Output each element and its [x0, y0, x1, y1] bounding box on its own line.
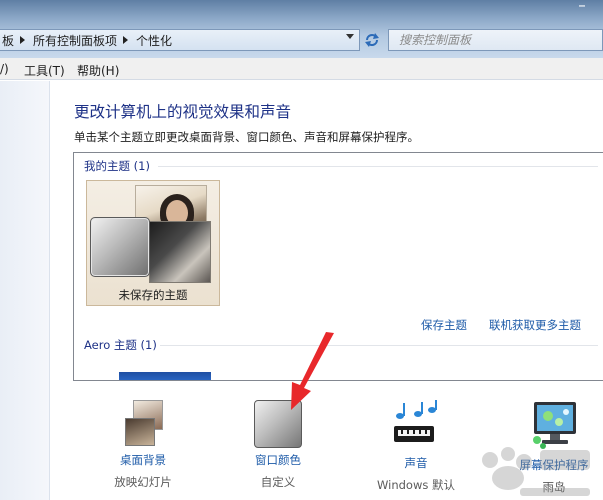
desktop-background-item[interactable]: 桌面背景 放映幻灯片 [108, 400, 178, 490]
desktop-background-link[interactable]: 桌面背景 [108, 452, 178, 468]
breadcrumb-separator-icon[interactable] [20, 36, 26, 44]
refresh-icon[interactable] [363, 31, 381, 49]
watermark-logo-icon [482, 447, 590, 496]
breadcrumb-item-personalization[interactable]: 个性化 [134, 32, 174, 49]
theme-thumbnail-dark [149, 221, 211, 283]
divider [160, 345, 598, 346]
theme-list[interactable]: 我的主题 (1) 未保存的主题 保存主题 联机获取更多主题 Aero 主题 (1… [73, 152, 603, 381]
menu-item-tools[interactable]: 工具(T) [24, 62, 65, 79]
my-themes-header: 我的主题 (1) [84, 159, 150, 173]
address-dropdown-icon[interactable] [346, 34, 354, 39]
sound-icon [394, 400, 437, 442]
get-more-themes-link[interactable]: 联机获取更多主题 [489, 317, 581, 333]
left-navigation-pane [0, 81, 50, 500]
sound-link[interactable]: 声音 [373, 455, 459, 471]
divider [158, 166, 598, 167]
window-color-item[interactable]: 窗口颜色 自定义 [242, 400, 314, 490]
minimize-button[interactable]: – [571, 0, 593, 13]
page-title: 更改计算机上的视觉效果和声音 [74, 103, 292, 121]
search-input[interactable] [399, 32, 599, 48]
theme-tile-unsaved[interactable]: 未保存的主题 [86, 180, 220, 306]
address-bar[interactable]: 板 所有控制面板项 个性化 [0, 29, 360, 51]
menu-item-view[interactable]: /) [0, 62, 9, 76]
window-color-icon [254, 400, 302, 448]
window-color-link[interactable]: 窗口颜色 [242, 452, 314, 468]
sound-value: Windows 默认 [377, 478, 455, 492]
desktop-background-value: 放映幻灯片 [114, 475, 172, 489]
menu-item-help[interactable]: 帮助(H) [77, 62, 119, 79]
window-color-value: 自定义 [260, 475, 296, 489]
breadcrumb: 板 所有控制面板项 个性化 [0, 32, 174, 48]
search-box[interactable] [388, 29, 603, 51]
menu-bar: /) 工具(T) 帮助(H) [0, 58, 603, 80]
aero-theme-thumbnail[interactable] [119, 372, 211, 380]
breadcrumb-separator-icon[interactable] [123, 36, 129, 44]
theme-tile-label: 未保存的主题 [118, 288, 188, 302]
breadcrumb-item-control-panel[interactable]: 板 [0, 32, 16, 49]
desktop-background-icon [121, 400, 165, 448]
window-color-swatch-icon [90, 217, 150, 277]
breadcrumb-item-all-items[interactable]: 所有控制面板项 [31, 32, 119, 49]
page-description: 单击某个主题立即更改桌面背景、窗口颜色、声音和屏幕保护程序。 [74, 130, 419, 144]
sound-item[interactable]: 声音 Windows 默认 [373, 400, 459, 493]
save-theme-link[interactable]: 保存主题 [421, 317, 467, 333]
aero-themes-header: Aero 主题 (1) [84, 338, 157, 352]
